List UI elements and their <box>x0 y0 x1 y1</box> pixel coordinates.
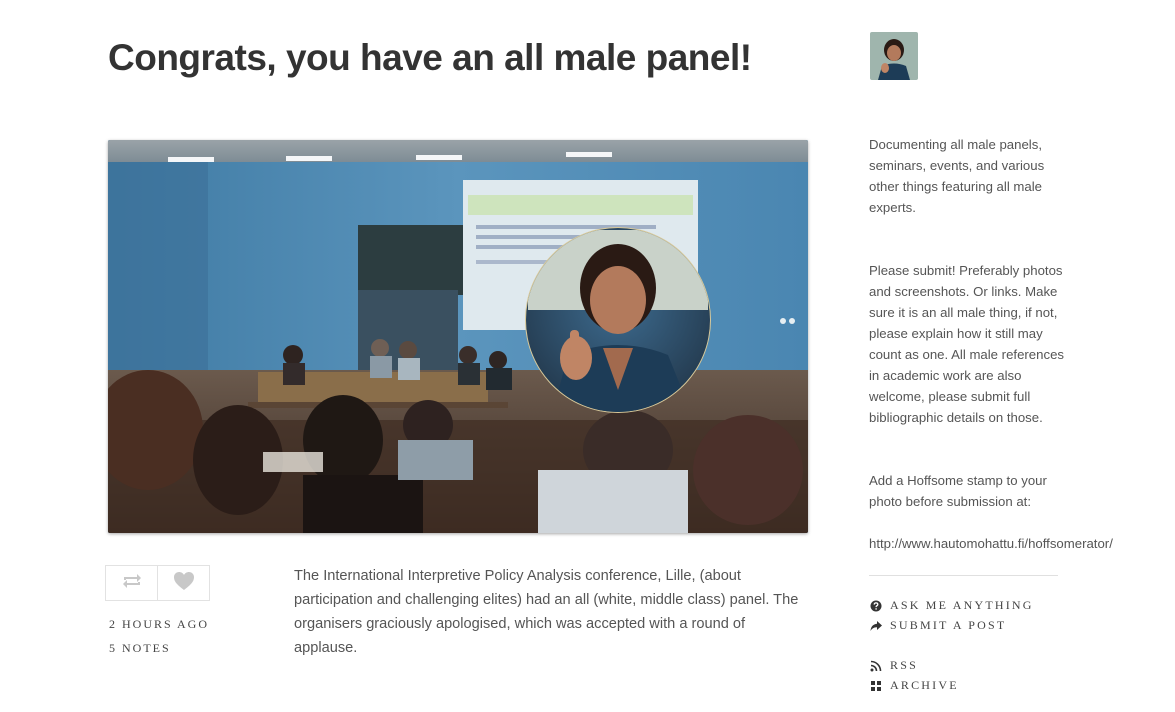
share-arrow-icon <box>870 620 882 632</box>
rss-label: RSS <box>890 658 918 672</box>
post-caption: The International Interpretive Policy An… <box>294 568 799 656</box>
sidebar-divider <box>869 575 1058 576</box>
ask-me-anything-link[interactable]: ASK ME ANYTHING <box>870 598 1034 613</box>
ask-me-anything-label: ASK ME ANYTHING <box>890 598 1034 612</box>
rss-link[interactable]: RSS <box>870 658 918 673</box>
blog-avatar[interactable] <box>870 32 918 80</box>
post-title[interactable]: Congrats, you have an all male panel! <box>108 34 752 82</box>
submit-a-post-label: SUBMIT A POST <box>890 618 1007 632</box>
post-notes-link[interactable]: 5 NOTES <box>109 641 171 656</box>
reblog-icon <box>121 573 143 594</box>
reblog-button[interactable] <box>105 565 158 601</box>
blog-description: Documenting all male panels, seminars, e… <box>869 137 1045 215</box>
question-circle-icon <box>870 600 882 612</box>
avatar-image <box>870 32 918 80</box>
grid-icon <box>870 680 882 692</box>
submit-a-post-link[interactable]: SUBMIT A POST <box>870 618 1006 633</box>
rss-icon <box>870 660 882 672</box>
post-photo[interactable] <box>108 140 808 533</box>
lecture-hall-photo <box>108 140 808 533</box>
post-time-link[interactable]: 2 HOURS AGO <box>109 617 209 632</box>
stamp-info: Add a Hoffsome stamp to your photo befor… <box>869 473 1047 509</box>
archive-link[interactable]: ARCHIVE <box>870 678 959 693</box>
heart-icon <box>173 571 195 596</box>
submission-info: Please submit! Preferably photos and scr… <box>869 263 1064 425</box>
like-button[interactable] <box>157 565 210 601</box>
archive-label: ARCHIVE <box>890 678 959 692</box>
stamp-url-link[interactable]: http://www.hautomohattu.fi/hoffsomerator… <box>869 533 1169 554</box>
